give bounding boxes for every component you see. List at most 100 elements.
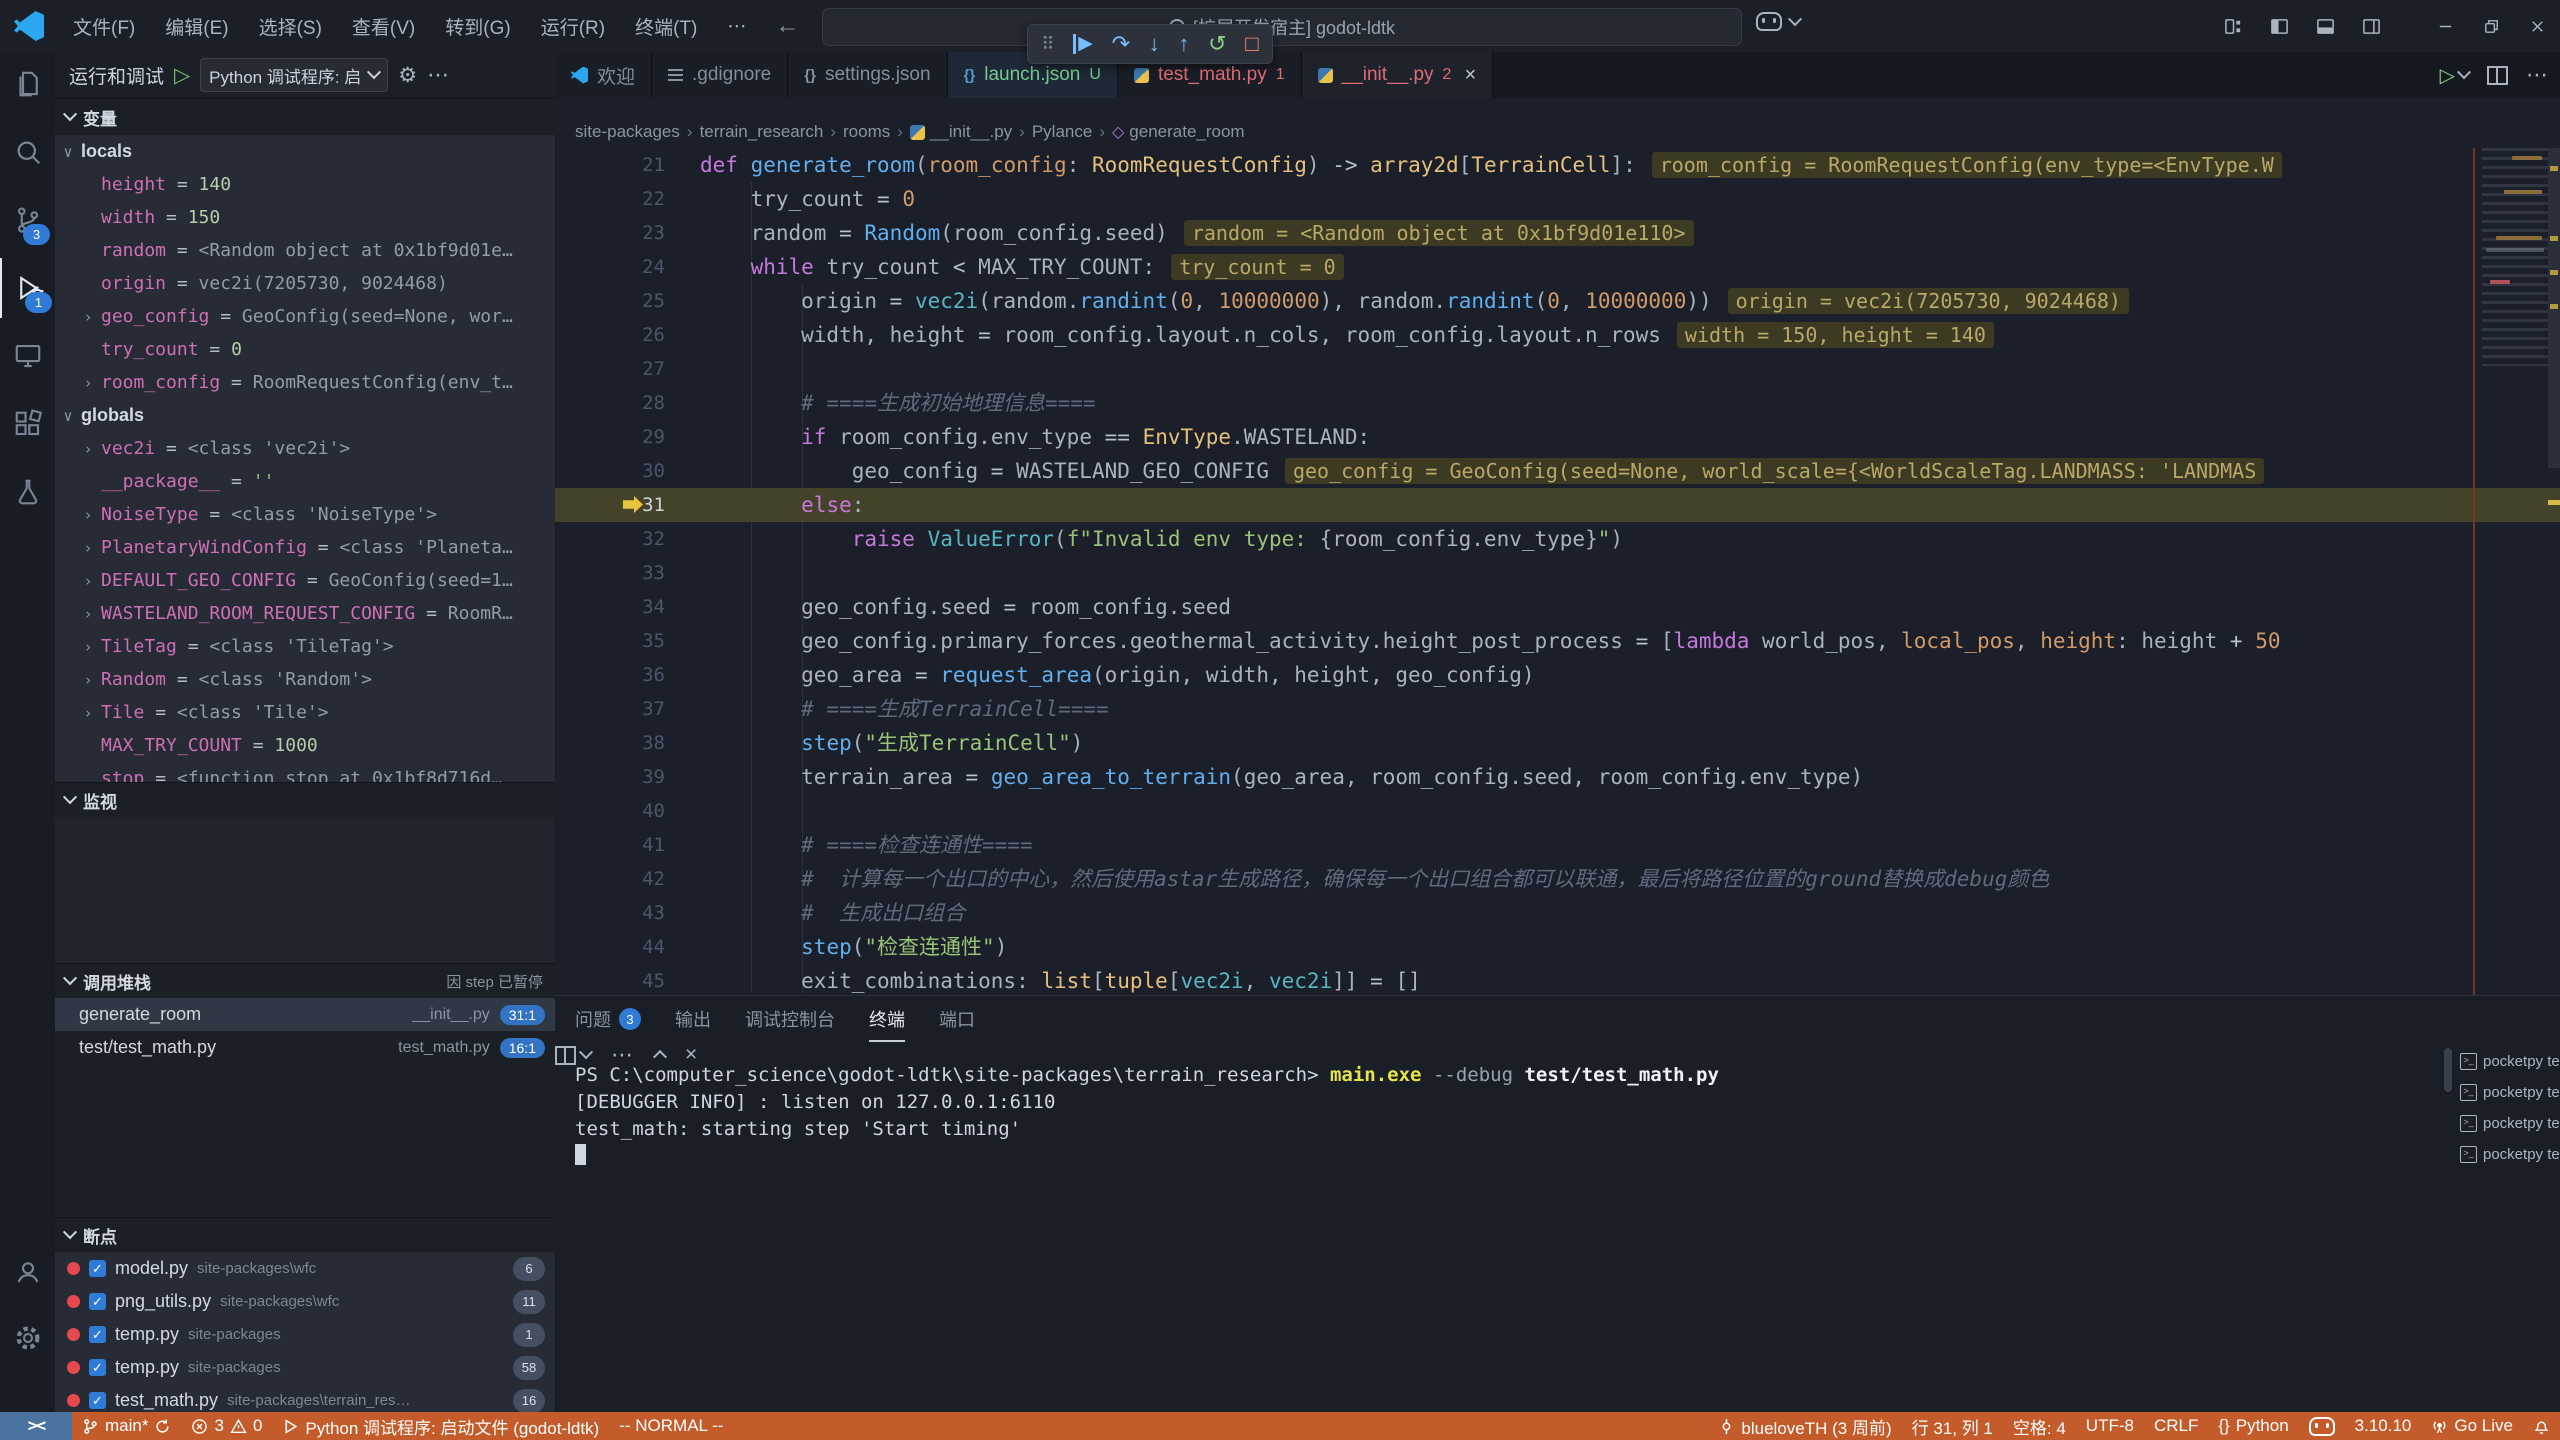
breakpoint-checkbox[interactable]: ✓ (89, 1359, 106, 1376)
chevron-right-icon[interactable]: › (75, 506, 101, 524)
chevron-right-icon[interactable]: › (75, 308, 101, 326)
toggle-panel-icon[interactable] (2302, 0, 2348, 52)
panel-tab-输出[interactable]: 输出 (675, 996, 711, 1042)
command-center-search[interactable]: [扩展开发宿主] godot-ldtk (822, 8, 1742, 46)
variable-row[interactable]: ›geo_config = GeoConfig(seed=None, wor… (55, 300, 555, 333)
breadcrumb-item[interactable]: terrain_research (700, 122, 824, 142)
menu-item-R[interactable]: 运行(R) (526, 13, 620, 40)
stop-button[interactable]: □ (1245, 31, 1258, 57)
statusbar-language-mode[interactable]: {}Python (2208, 1412, 2298, 1440)
chevron-down-icon[interactable]: ∨ (55, 407, 81, 425)
panel-tab-端口[interactable]: 端口 (939, 996, 975, 1042)
customize-layout-icon[interactable] (2210, 0, 2256, 52)
terminal-instance[interactable]: >_pocketpy te… (2460, 1077, 2560, 1108)
panel-tab-问题[interactable]: 问题3 (575, 996, 641, 1042)
tab-__init__.py[interactable]: __init__.py2× (1302, 52, 1494, 98)
nav-back-icon[interactable]: ← (761, 12, 813, 40)
tab-[interactable]: 欢迎 (555, 52, 652, 98)
activity-source-control[interactable]: 3 (0, 190, 55, 250)
panel-tab-调试控制台[interactable]: 调试控制台 (745, 996, 835, 1042)
terminal-output[interactable]: PS C:\computer_science\godot-ldtk\site-p… (575, 1062, 1719, 1170)
statusbar-git-blame[interactable]: blueloveTH (3 周前) (1708, 1412, 1901, 1440)
statusbar-cursor-position[interactable]: 行 31, 列 1 (1902, 1412, 2003, 1440)
toggle-secondary-sidebar-icon[interactable] (2348, 0, 2394, 52)
breakpoint-row[interactable]: ✓test_math.pysite-packages\terrain_res…1… (55, 1384, 555, 1412)
chevron-right-icon[interactable]: › (75, 605, 101, 623)
scope-row-locals[interactable]: ∨locals (55, 135, 555, 168)
statusbar-git-branch[interactable]: main* (72, 1412, 181, 1440)
chevron-down-icon[interactable]: ∨ (55, 143, 81, 161)
debug-settings-gear-icon[interactable]: ⚙ (398, 63, 417, 88)
chevron-right-icon[interactable]: › (75, 638, 101, 656)
tab-.gdignore[interactable]: .gdignore (652, 52, 788, 98)
statusbar-go-live[interactable]: Go Live (2421, 1412, 2523, 1440)
variable-row[interactable]: ›Tile = <class 'Tile'> (55, 696, 555, 729)
statusbar-problems[interactable]: 30 (181, 1412, 272, 1440)
scope-row-globals[interactable]: ∨globals (55, 399, 555, 432)
code-editor[interactable]: 21def generate_room(room_config: RoomReq… (555, 148, 2560, 995)
restart-button[interactable]: ↺ (1208, 31, 1226, 57)
breadcrumb-item[interactable]: Pylance (1032, 122, 1092, 142)
variable-row[interactable]: ›TileTag = <class 'TileTag'> (55, 630, 555, 663)
tab-settings.json[interactable]: {}settings.json (788, 52, 947, 98)
activity-explorer[interactable] (0, 54, 55, 114)
debug-config-select[interactable]: Python 调试程序: 启 (200, 58, 388, 92)
variable-row[interactable]: MAX_TRY_COUNT = 1000 (55, 729, 555, 762)
run-python-file-button[interactable]: ▷ (2440, 63, 2469, 88)
breakpoints-section-header[interactable]: 断点 (55, 1217, 555, 1252)
variable-row[interactable]: __package__ = '' (55, 465, 555, 498)
breakpoint-row[interactable]: ✓png_utils.pysite-packages\wfc11 (55, 1285, 555, 1318)
activity-remote-explorer[interactable] (0, 326, 55, 386)
editor-more-actions-icon[interactable]: ⋯ (2526, 62, 2550, 88)
menu-item-T[interactable]: 终端(T) (620, 13, 712, 40)
variable-row[interactable]: ›PlanetaryWindConfig = <class 'Planeta… (55, 531, 555, 564)
breadcrumb[interactable]: site-packages›terrain_research›rooms›__i… (555, 98, 2560, 148)
breadcrumb-item[interactable]: __init__.py (910, 122, 1012, 142)
statusbar-notifications[interactable] (2523, 1412, 2560, 1440)
minimap[interactable] (2482, 148, 2548, 366)
variable-row[interactable]: height = 140 (55, 168, 555, 201)
terminal-instance[interactable]: >_pocketpy te… (2460, 1139, 2560, 1170)
statusbar-remote-indicator[interactable]: >< (0, 1412, 72, 1440)
copilot-menu[interactable] (1756, 12, 1800, 31)
stack-frame[interactable]: test/test_math.pytest_math.py16:1 (55, 1031, 555, 1064)
callstack-section-header[interactable]: 调用堆栈 因 step 已暂停 (55, 963, 555, 998)
step-over-button[interactable]: ↷ (1112, 31, 1130, 57)
stack-frame[interactable]: generate_room__init__.py31:1 (55, 998, 555, 1031)
statusbar-eol[interactable]: CRLF (2144, 1412, 2208, 1440)
statusbar-python-version[interactable]: 3.10.10 (2345, 1412, 2422, 1440)
breakpoint-checkbox[interactable]: ✓ (89, 1293, 106, 1310)
minimize-icon[interactable] (2422, 0, 2468, 52)
activity-search[interactable] (0, 122, 55, 182)
close-icon[interactable] (2514, 0, 2560, 52)
activity-account[interactable] (0, 1242, 55, 1302)
variable-row[interactable]: stop = <function stop at 0x1bf8d716d… (55, 762, 555, 782)
restore-icon[interactable] (2468, 0, 2514, 52)
terminal-instance[interactable]: >_pocketpy te… (2460, 1108, 2560, 1139)
variable-row[interactable]: ›DEFAULT_GEO_CONFIG = GeoConfig(seed=1… (55, 564, 555, 597)
variable-row[interactable]: ›WASTELAND_ROOM_REQUEST_CONFIG = RoomR… (55, 597, 555, 630)
breadcrumb-item[interactable]: ◇generate_room (1112, 122, 1245, 142)
menu-item-V[interactable]: 查看(V) (337, 13, 430, 40)
chevron-right-icon[interactable]: › (75, 539, 101, 557)
terminal-instance[interactable]: >_pocketpy te… (2460, 1046, 2560, 1077)
breakpoint-checkbox[interactable]: ✓ (89, 1260, 106, 1277)
activity-settings[interactable] (0, 1308, 55, 1368)
chevron-right-icon[interactable]: › (75, 671, 101, 689)
watch-section-header[interactable]: 监视 (55, 782, 555, 817)
breadcrumb-item[interactable]: rooms (843, 122, 890, 142)
continue-button[interactable]: ▶ (1073, 34, 1093, 54)
chevron-right-icon[interactable]: › (75, 374, 101, 392)
variable-row[interactable]: ›vec2i = <class 'vec2i'> (55, 432, 555, 465)
variable-row[interactable]: ›Random = <class 'Random'> (55, 663, 555, 696)
activity-extensions[interactable] (0, 394, 55, 454)
more-actions-icon[interactable]: ⋯ (427, 62, 451, 88)
drag-grip-icon[interactable]: ⠿ (1041, 34, 1054, 55)
activity-testing[interactable] (0, 462, 55, 522)
chevron-right-icon[interactable]: › (75, 704, 101, 722)
terminal-scrollbar[interactable] (2444, 1048, 2452, 1092)
overview-ruler[interactable] (2548, 148, 2560, 995)
activity-debug[interactable]: 1 (0, 258, 57, 318)
statusbar-encoding[interactable]: UTF-8 (2076, 1412, 2144, 1440)
toggle-sidebar-icon[interactable] (2256, 0, 2302, 52)
